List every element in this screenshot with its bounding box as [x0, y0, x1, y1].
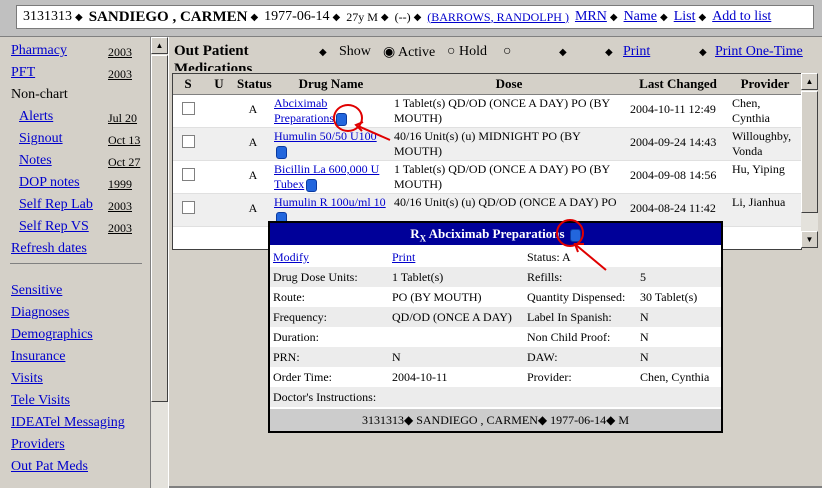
annotation-arrows: [354, 121, 607, 271]
annotation-arrow: [575, 244, 607, 271]
annotation-arrow: [357, 125, 391, 141]
